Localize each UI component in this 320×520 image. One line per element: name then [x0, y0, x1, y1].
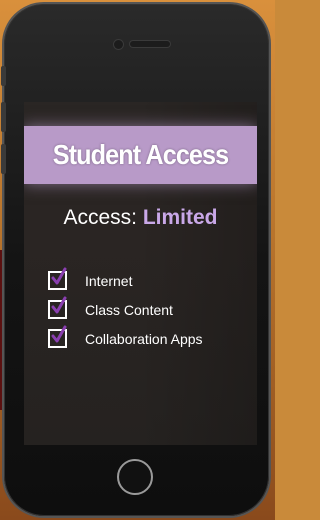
checkbox[interactable] [48, 296, 67, 319]
checkmark-icon [51, 325, 67, 343]
permission-item-class-content[interactable]: Class Content [48, 295, 248, 324]
permission-label: Class Content [85, 301, 173, 318]
permission-item-internet[interactable]: Internet [48, 266, 248, 295]
checkmark-icon [51, 267, 67, 285]
mute-switch [1, 66, 6, 86]
access-label: Access: [63, 206, 137, 229]
front-camera [114, 40, 123, 49]
permissions-list: Internet Class Content Collaboration App… [48, 266, 248, 353]
title-banner: Student Access [24, 126, 257, 184]
phone-frame: Student Access Access: Limited Internet [1, 4, 269, 516]
phone-screen: Student Access Access: Limited Internet [24, 102, 257, 445]
permission-item-collaboration-apps[interactable]: Collaboration Apps [48, 324, 248, 353]
volume-up-button [1, 102, 6, 132]
access-status: Access: Limited [24, 206, 257, 230]
permission-label: Internet [85, 272, 133, 289]
home-button[interactable] [117, 459, 153, 495]
permission-label: Collaboration Apps [85, 330, 203, 347]
page-title: Student Access [52, 139, 229, 170]
earpiece-speaker [130, 41, 170, 47]
checkbox[interactable] [48, 325, 67, 348]
checkbox[interactable] [48, 267, 67, 290]
checkmark-icon [51, 296, 67, 314]
volume-down-button [1, 144, 6, 174]
access-value: Limited [142, 206, 218, 229]
